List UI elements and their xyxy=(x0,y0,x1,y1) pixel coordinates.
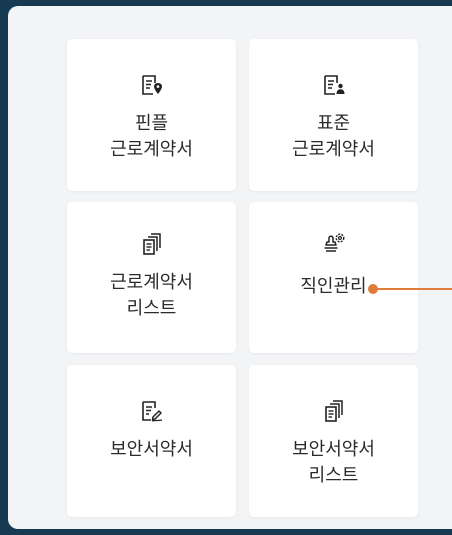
document-sign-icon xyxy=(141,401,162,422)
annotation-dot xyxy=(368,284,378,294)
annotation-line xyxy=(370,288,452,290)
menu-card-seal-management[interactable]: 직인관리 xyxy=(249,202,418,353)
menu-card-label: 보안서약서 xyxy=(110,439,193,460)
document-stack-icon xyxy=(324,400,343,422)
menu-card-standard-contract[interactable]: 표준 근로계약서 xyxy=(249,39,418,191)
menu-card-label: 핀플 근로계약서 xyxy=(110,113,193,160)
stamp-gear-icon xyxy=(324,233,344,252)
document-stack-icon xyxy=(142,233,161,255)
document-pin-icon xyxy=(141,75,162,95)
menu-card-label: 직인관리 xyxy=(300,276,367,297)
menu-card-label: 표준 근로계약서 xyxy=(292,113,375,160)
menu-card-label: 보안서약서 리스트 xyxy=(292,439,375,486)
menu-panel: 핀플 근로계약서 표준 근로계약서 근로계약서 리스트 직인관리 보안서약서 보… xyxy=(8,6,452,529)
menu-card-security-pledge-list[interactable]: 보안서약서 리스트 xyxy=(249,365,418,517)
menu-card-finple-contract[interactable]: 핀플 근로계약서 xyxy=(67,39,236,191)
menu-card-label: 근로계약서 리스트 xyxy=(110,272,193,319)
menu-card-security-pledge[interactable]: 보안서약서 xyxy=(67,365,236,517)
menu-card-contract-list[interactable]: 근로계약서 리스트 xyxy=(67,202,236,353)
document-person-icon xyxy=(323,75,344,95)
